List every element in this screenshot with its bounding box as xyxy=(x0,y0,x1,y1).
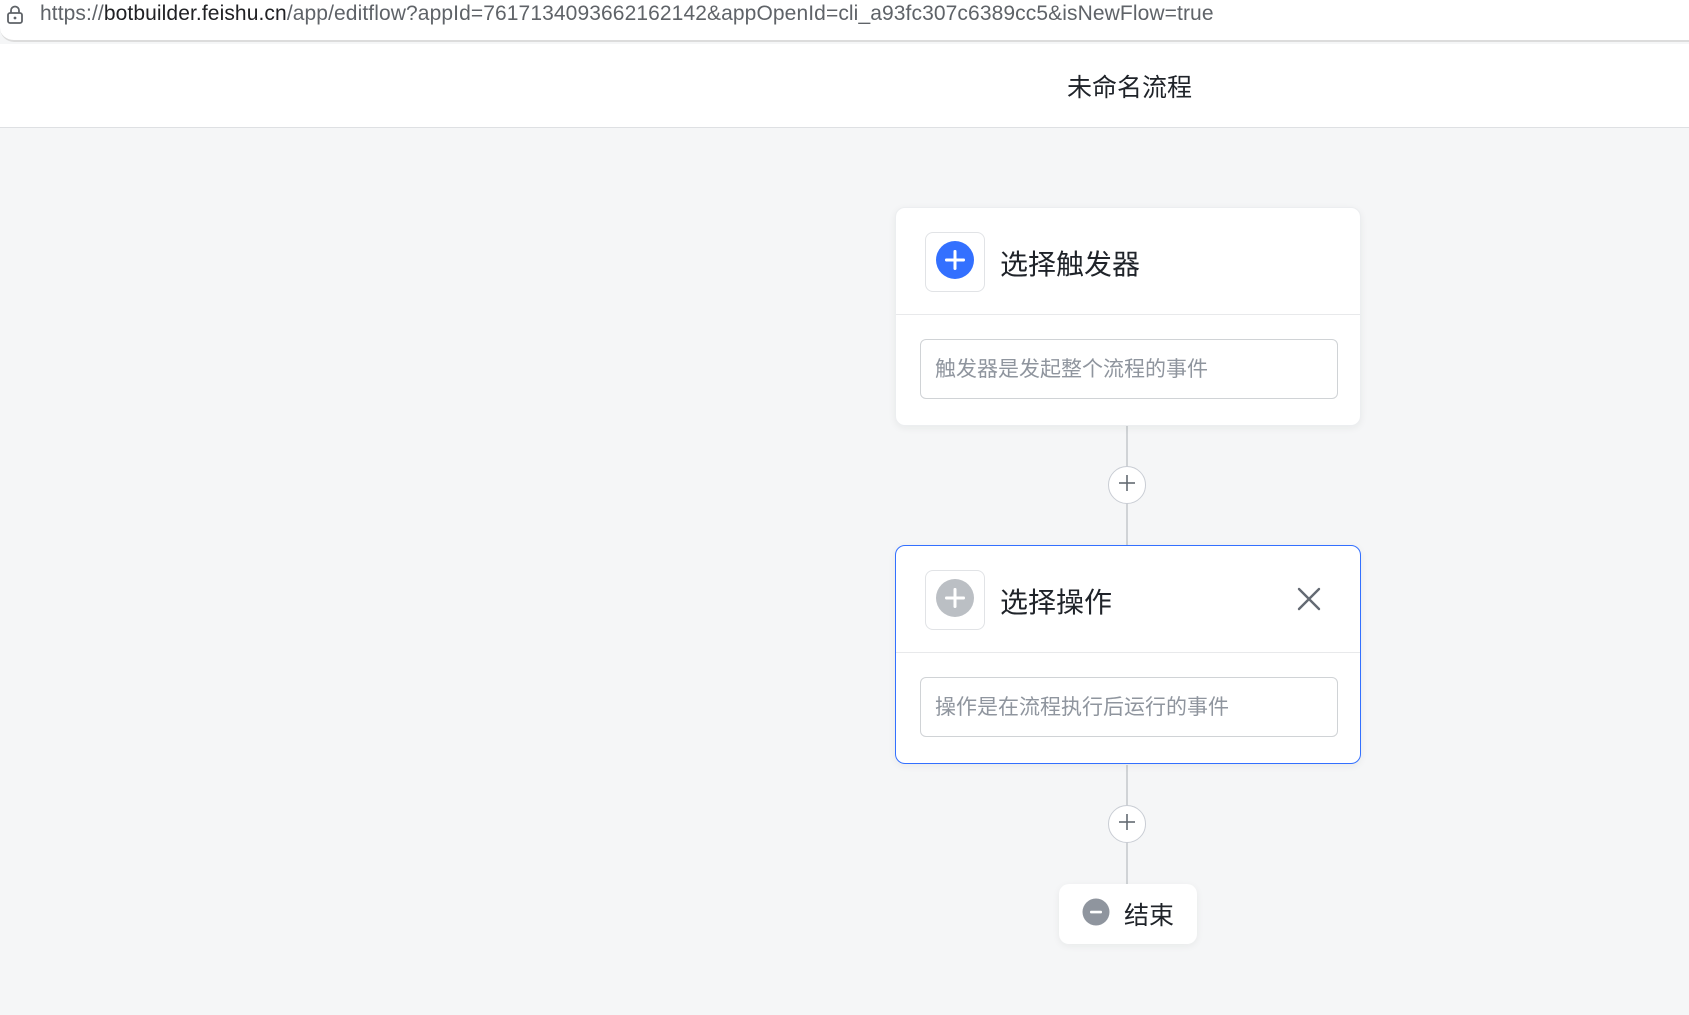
trigger-node-title: 选择触发器 xyxy=(1000,248,1141,281)
add-step-button[interactable] xyxy=(1108,805,1146,843)
add-step-button[interactable] xyxy=(1108,466,1146,504)
end-node[interactable]: 结束 xyxy=(1059,884,1197,944)
action-node-title: 选择操作 xyxy=(1000,586,1113,619)
lock-icon xyxy=(6,5,24,25)
app-header: 未命名流程 xyxy=(0,44,1689,128)
plus-circle-icon xyxy=(935,578,975,622)
action-icon-box[interactable] xyxy=(925,570,985,630)
plus-circle-icon xyxy=(935,240,975,284)
url-text[interactable]: https://botbuilder.feishu.cn/app/editflo… xyxy=(40,2,1214,26)
trigger-description-field[interactable]: 触发器是发起整个流程的事件 xyxy=(920,339,1338,399)
action-description-field[interactable]: 操作是在流程执行后运行的事件 xyxy=(920,677,1338,737)
trigger-node[interactable]: 选择触发器 触发器是发起整个流程的事件 xyxy=(895,207,1361,426)
action-node-body: 操作是在流程执行后运行的事件 xyxy=(896,653,1360,763)
plus-icon xyxy=(1118,474,1136,496)
trigger-node-body: 触发器是发起整个流程的事件 xyxy=(896,315,1360,425)
plus-icon xyxy=(1118,813,1136,835)
action-node[interactable]: 选择操作 操作是在流程执行后运行的事件 xyxy=(895,545,1361,764)
flow-title[interactable]: 未命名流程 xyxy=(1067,68,1192,104)
browser-url-bar[interactable]: https://botbuilder.feishu.cn/app/editflo… xyxy=(0,0,1689,42)
end-node-label: 结束 xyxy=(1123,901,1174,930)
minus-circle-icon xyxy=(1082,898,1110,930)
flow-canvas[interactable] xyxy=(0,128,1689,1015)
trigger-node-header[interactable]: 选择触发器 xyxy=(896,208,1360,315)
trigger-icon-box[interactable] xyxy=(925,232,985,292)
close-icon[interactable] xyxy=(1294,584,1324,614)
action-node-header[interactable]: 选择操作 xyxy=(896,546,1360,653)
